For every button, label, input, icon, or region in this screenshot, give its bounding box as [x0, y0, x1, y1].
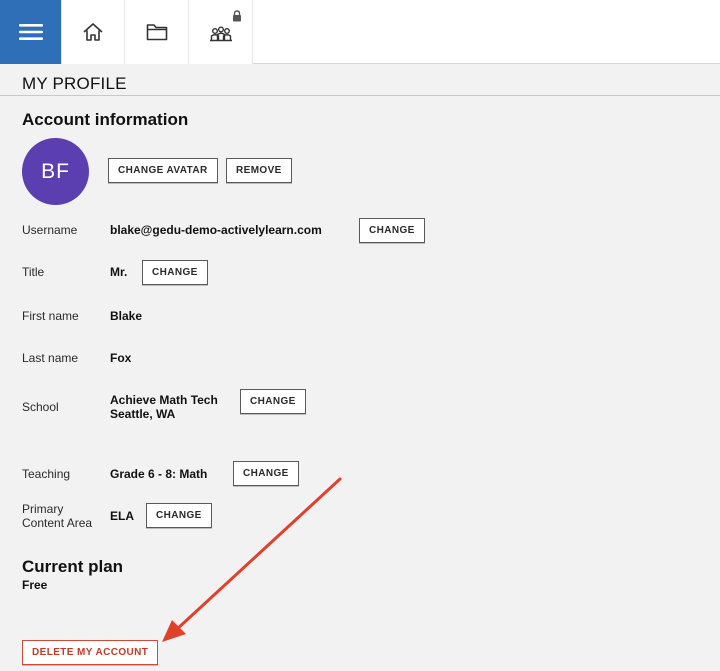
username-value: blake@gedu-demo-activelylearn.com [110, 223, 322, 237]
account-information-heading: Account information [22, 110, 189, 129]
primary-content-area-label-line2: Content Area [22, 516, 93, 530]
home-nav-button[interactable] [61, 0, 125, 64]
avatar-initials: BF [41, 159, 70, 183]
delete-account-button[interactable]: DELETE MY ACCOUNT [22, 640, 159, 665]
change-primary-content-area-button[interactable]: CHANGE [146, 503, 212, 528]
classes-nav-button[interactable] [189, 0, 253, 64]
change-title-button[interactable]: CHANGE [142, 260, 208, 285]
change-teaching-button[interactable]: CHANGE [233, 461, 299, 486]
home-icon [83, 23, 103, 41]
current-plan-value: Free [22, 578, 48, 592]
folder-icon [146, 24, 167, 41]
primary-content-area-label-line1: Primary [22, 502, 64, 516]
teaching-value: Grade 6 - 8: Math [110, 467, 208, 481]
current-plan-heading: Current plan [22, 557, 124, 576]
last-name-value: Fox [110, 351, 132, 365]
school-label: School [22, 400, 59, 414]
first-name-value: Blake [110, 309, 143, 323]
remove-avatar-button[interactable]: REMOVE [226, 158, 292, 183]
title-value: Mr. [110, 265, 128, 279]
change-school-button[interactable]: CHANGE [240, 389, 306, 414]
change-username-button[interactable]: CHANGE [359, 218, 425, 243]
menu-button[interactable] [0, 0, 61, 64]
avatar: BF [22, 138, 89, 205]
lock-icon [233, 10, 241, 22]
title-label: Title [22, 265, 45, 279]
hamburger-icon [18, 24, 43, 40]
page-title: MY PROFILE [22, 74, 127, 93]
primary-content-area-value: ELA [110, 509, 134, 523]
first-name-label: First name [22, 309, 79, 323]
change-avatar-button[interactable]: CHANGE AVATAR [108, 158, 218, 183]
username-label: Username [22, 223, 78, 237]
last-name-label: Last name [22, 351, 79, 365]
top-navigation-bar [0, 0, 720, 64]
school-name-value: Achieve Math Tech [110, 393, 218, 407]
library-nav-button[interactable] [125, 0, 189, 64]
classes-icon [209, 26, 232, 42]
teaching-label: Teaching [22, 467, 71, 481]
school-location-value: Seattle, WA [110, 407, 176, 421]
